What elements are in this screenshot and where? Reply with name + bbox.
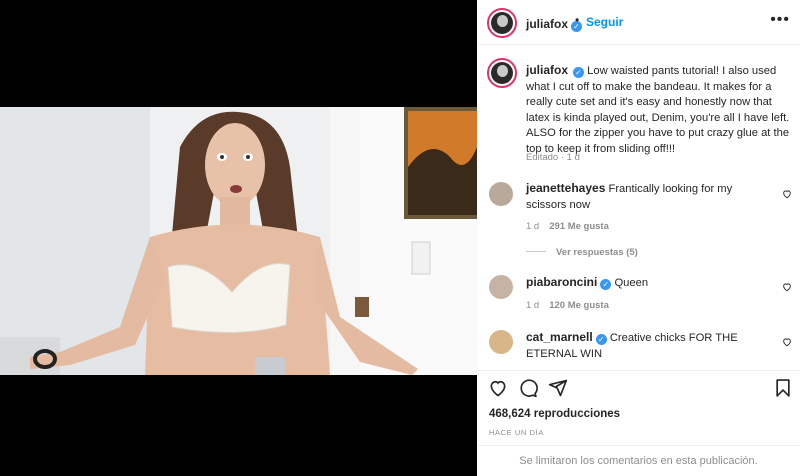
comment-meta: 1 d 291 Me gusta xyxy=(526,221,609,232)
author-avatar[interactable] xyxy=(487,8,517,38)
comment-likes[interactable]: 291 Me gusta xyxy=(549,221,609,232)
caption-body: Low waisted pants tutorial! I also used … xyxy=(526,65,790,155)
action-bar xyxy=(477,370,800,404)
edited-timestamp: Editado · 1 d xyxy=(526,152,580,163)
verified-badge-icon: ✓ xyxy=(600,279,612,290)
view-replies-button[interactable]: Ver respuestas (5) xyxy=(526,247,638,258)
like-comment-icon[interactable] xyxy=(782,189,792,199)
comments-limited-notice: Se limitaron los comentarios en esta pub… xyxy=(477,445,800,476)
comment-icon[interactable] xyxy=(518,378,538,398)
separator-dot: • xyxy=(575,13,580,27)
commenter-avatar[interactable] xyxy=(489,275,513,299)
more-icon[interactable]: ••• xyxy=(770,11,790,29)
bookmark-icon[interactable] xyxy=(773,378,793,398)
like-comment-icon[interactable] xyxy=(782,282,792,292)
follow-button[interactable]: Seguir xyxy=(586,15,623,29)
comment-likes[interactable]: 120 Me gusta xyxy=(549,300,609,311)
post-header: juliafox ✓ • Seguir ••• xyxy=(477,0,800,45)
comment-text: piabaroncini ✓ Queen xyxy=(526,275,649,290)
caption-text: juliafox ✓ Low waisted pants tutorial! I … xyxy=(526,63,794,158)
media-pane xyxy=(0,0,477,476)
commenter-avatar[interactable] xyxy=(489,330,513,354)
video-frame xyxy=(0,107,477,375)
comment-username[interactable]: cat_marnell xyxy=(526,330,593,344)
share-icon[interactable] xyxy=(548,378,568,398)
post-age[interactable]: HACE UN DÍA xyxy=(489,428,544,437)
view-count[interactable]: 468,624 reproducciones xyxy=(489,408,620,420)
author-username[interactable]: juliafox ✓ xyxy=(526,15,583,33)
post-panel: juliafox ✓ • Seguir ••• juliafox ✓ Low wai… xyxy=(477,0,800,476)
comment-text: cat_marnell ✓ Creative chicks FOR THE ETE… xyxy=(526,330,738,360)
caption-avatar[interactable] xyxy=(487,58,517,88)
comment-username[interactable]: jeanettehayes xyxy=(526,181,605,195)
verified-badge-icon: ✓ xyxy=(595,334,607,345)
commenter-avatar[interactable] xyxy=(489,182,513,206)
verified-badge-icon: ✓ xyxy=(573,67,585,78)
like-comment-icon[interactable] xyxy=(782,337,792,347)
comment-username[interactable]: piabaroncini xyxy=(526,275,597,289)
replies-divider xyxy=(526,251,546,252)
comment-text: jeanettehayes Frantically looking for my… xyxy=(526,181,733,211)
video-player[interactable] xyxy=(0,107,477,375)
heart-icon[interactable] xyxy=(488,378,508,398)
comment-meta: 1 d 120 Me gusta xyxy=(526,300,609,311)
caption-username[interactable]: juliafox xyxy=(526,63,568,77)
